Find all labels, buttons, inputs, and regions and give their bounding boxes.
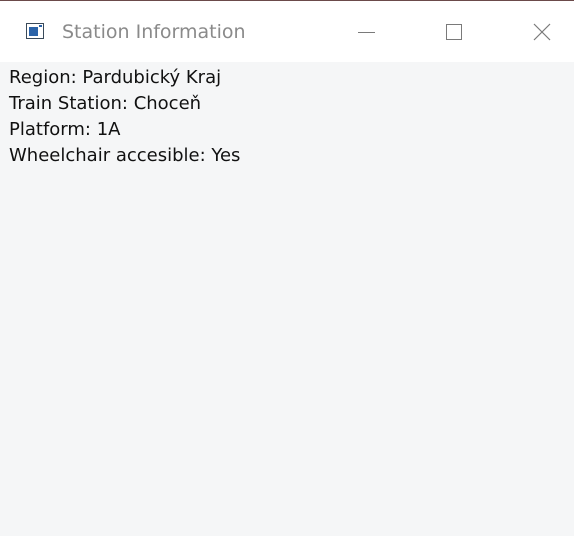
close-button[interactable] (512, 1, 572, 62)
region-label: Region: Pardubický Kraj (9, 67, 222, 88)
station-information-window: Station Information Region: Pardubický K… (0, 0, 574, 536)
window-title: Station Information (62, 21, 246, 43)
minimize-icon (357, 32, 375, 33)
station-info-panel: Region: Pardubický Kraj Train Station: C… (9, 65, 574, 169)
train-station-label: Train Station: Choceň (9, 93, 202, 114)
application-icon[interactable] (26, 23, 44, 39)
maximize-icon (446, 23, 462, 40)
maximize-button[interactable] (424, 1, 484, 62)
wheelchair-accessible-label: Wheelchair accesible: Yes (9, 145, 241, 166)
title-bar[interactable]: Station Information (0, 1, 574, 62)
close-icon (533, 23, 551, 40)
platform-label: Platform: 1A (9, 119, 121, 140)
minimize-button[interactable] (336, 1, 396, 62)
